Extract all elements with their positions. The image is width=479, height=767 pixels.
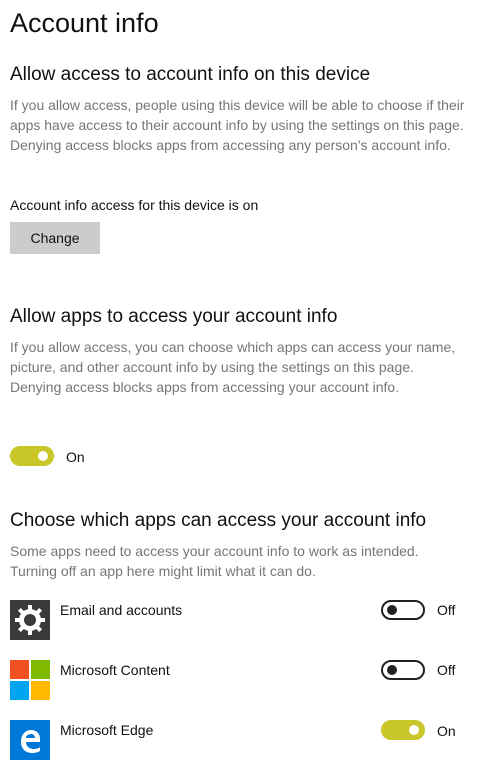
page-title: Account info [10, 8, 159, 38]
choose-apps-description: Some apps need to access your account in… [10, 543, 419, 579]
change-button[interactable]: Change [10, 222, 100, 254]
gear-icon [10, 600, 50, 640]
email-accounts-toggle[interactable] [381, 600, 425, 620]
app-name: Microsoft Edge [60, 722, 154, 738]
app-name: Email and accounts [60, 602, 183, 618]
microsoft-edge-toggle-label: On [437, 723, 456, 739]
device-access-description: If you allow access, people using this d… [10, 97, 465, 153]
edge-icon [10, 720, 50, 760]
apps-access-toggle-label: On [66, 449, 85, 465]
microsoft-content-toggle[interactable] [381, 660, 425, 680]
apps-access-title: Allow apps to access your account info [10, 306, 338, 327]
email-accounts-toggle-label: Off [437, 602, 456, 618]
toggle-knob [38, 451, 48, 461]
apps-access-description: If you allow access, you can choose whic… [10, 339, 456, 395]
microsoft-logo-icon [10, 660, 50, 700]
apps-access-toggle[interactable] [10, 446, 54, 466]
device-access-title: Allow access to account info on this dev… [10, 64, 371, 85]
microsoft-content-toggle-label: Off [437, 662, 456, 678]
choose-apps-title: Choose which apps can access your accoun… [10, 510, 427, 531]
toggle-knob [409, 725, 419, 735]
app-name: Microsoft Content [60, 662, 170, 678]
toggle-knob [387, 665, 397, 675]
device-access-status: Account info access for this device is o… [10, 197, 259, 213]
microsoft-edge-toggle[interactable] [381, 720, 425, 740]
toggle-knob [387, 605, 397, 615]
